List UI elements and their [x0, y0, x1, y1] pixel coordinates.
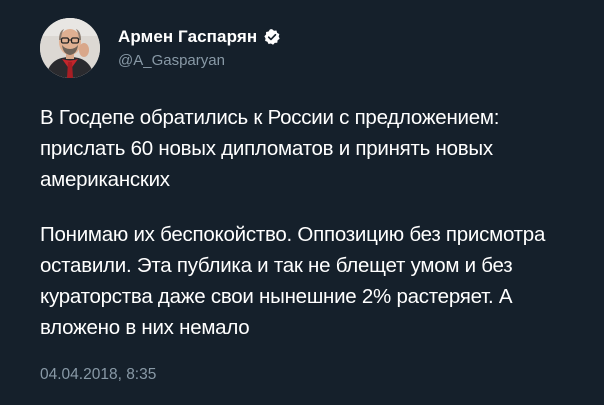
author-identity: Армен Гаспарян @A_Gasparyan: [118, 25, 281, 71]
verified-badge-icon: [263, 28, 281, 46]
tweet-card: Армен Гаспарян @A_Gasparyan В Госдепе об…: [0, 0, 604, 405]
person-photo-icon: [40, 18, 100, 78]
name-row: Армен Гаспарян: [118, 25, 281, 49]
tweet-paragraph-2: Понимаю их беспокойство. Оппозицию без п…: [40, 223, 546, 339]
tweet-paragraph-1: В Госдепе обратились к России с предложе…: [40, 106, 500, 191]
tweet-header: Армен Гаспарян @A_Gasparyan: [40, 18, 281, 78]
author-display-name[interactable]: Армен Гаспарян: [118, 27, 257, 47]
avatar[interactable]: [40, 18, 100, 78]
author-handle[interactable]: @A_Gasparyan: [118, 51, 281, 71]
tweet-timestamp[interactable]: 04.04.2018, 8:35: [40, 366, 156, 384]
